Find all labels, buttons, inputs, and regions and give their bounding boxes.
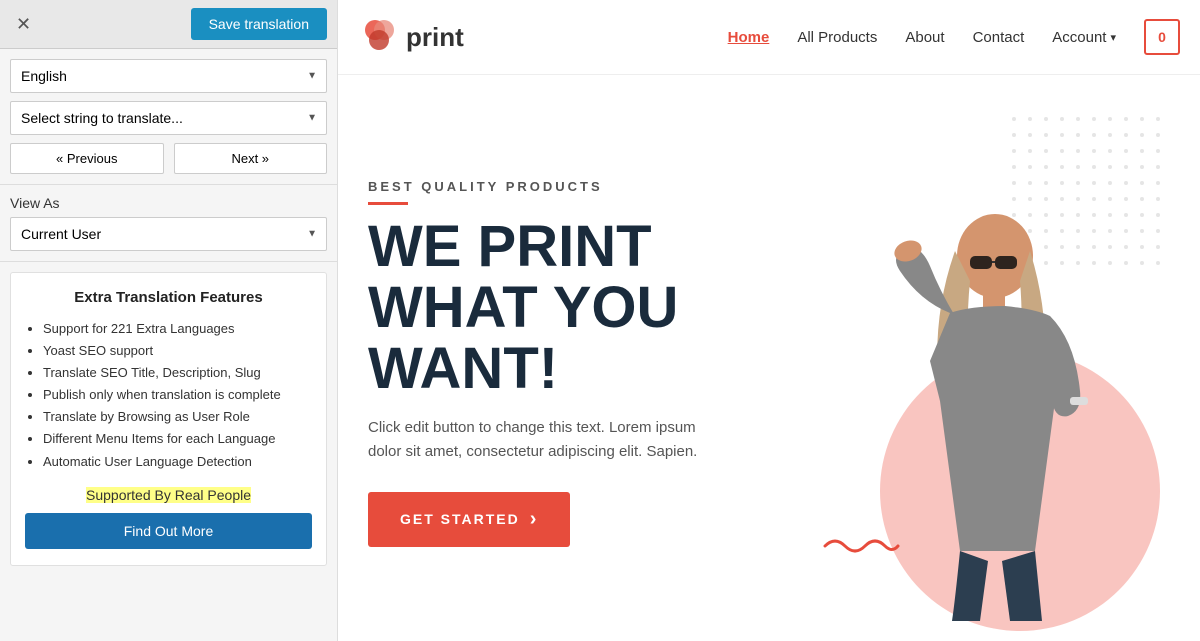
view-as-section: View As Current User Guest Administrator	[0, 185, 337, 262]
view-as-select[interactable]: Current User Guest Administrator	[10, 217, 327, 251]
logo-area: print	[358, 16, 464, 58]
save-translation-button[interactable]: Save translation	[191, 8, 327, 40]
supported-text: Supported By Real People	[25, 487, 312, 503]
site-preview: print Home All Products About Contact Ac…	[338, 0, 1200, 641]
hero-underline-decoration	[368, 202, 408, 205]
nav-products-link[interactable]: All Products	[797, 29, 877, 46]
string-select[interactable]: Select string to translate...	[10, 101, 327, 135]
cta-arrow-icon: ›	[530, 508, 539, 531]
list-item: Yoast SEO support	[43, 340, 312, 362]
list-item: Translate SEO Title, Description, Slug	[43, 362, 312, 384]
nav-buttons: « Previous Next »	[10, 143, 327, 174]
list-item: Publish only when translation is complet…	[43, 384, 312, 406]
view-as-select-wrapper: Current User Guest Administrator	[10, 217, 327, 251]
list-item: Different Menu Items for each Language	[43, 428, 312, 450]
logo-icon	[358, 16, 400, 58]
close-icon: ✕	[16, 14, 31, 34]
list-item: Support for 221 Extra Languages	[43, 318, 312, 340]
nav-links: Home All Products About Contact Account …	[728, 19, 1180, 55]
chevron-down-icon: ▾	[1110, 31, 1116, 44]
string-select-wrapper: Select string to translate...	[10, 101, 327, 135]
cart-button[interactable]: 0	[1144, 19, 1180, 55]
hero-title: WE PRINT WHAT YOU WANT!	[368, 217, 790, 400]
cart-count: 0	[1158, 29, 1166, 45]
previous-button[interactable]: « Previous	[10, 143, 164, 174]
list-item: Translate by Browsing as User Role	[43, 406, 312, 428]
nav-contact-link[interactable]: Contact	[973, 29, 1025, 46]
language-select-wrapper: English French Spanish German	[10, 59, 327, 93]
find-out-more-button[interactable]: Find Out More	[25, 513, 312, 549]
cta-label: GET STARTED	[400, 511, 520, 527]
squiggle-decoration	[820, 531, 900, 561]
next-button[interactable]: Next »	[174, 143, 328, 174]
account-label: Account	[1052, 29, 1106, 46]
site-navigation: print Home All Products About Contact Ac…	[338, 0, 1200, 75]
translation-panel: ✕ Save translation English French Spanis…	[0, 0, 338, 641]
close-button[interactable]: ✕	[10, 12, 37, 37]
list-item: Automatic User Language Detection	[43, 451, 312, 473]
hero-content: BEST QUALITY PRODUCTS WE PRINT WHAT YOU …	[368, 105, 790, 621]
extra-features-title: Extra Translation Features	[25, 289, 312, 306]
hero-image-area	[790, 105, 1170, 621]
hero-subtitle: BEST QUALITY PRODUCTS	[368, 179, 790, 194]
cta-button[interactable]: GET STARTED ›	[368, 492, 570, 547]
language-select[interactable]: English French Spanish German	[10, 59, 327, 93]
extra-features-panel: Extra Translation Features Support for 2…	[10, 272, 327, 566]
view-as-label: View As	[10, 195, 327, 211]
extra-features-list: Support for 221 Extra Languages Yoast SE…	[25, 318, 312, 473]
nav-home-link[interactable]: Home	[728, 29, 770, 46]
translation-controls: English French Spanish German Select str…	[0, 49, 337, 185]
hero-section: BEST QUALITY PRODUCTS WE PRINT WHAT YOU …	[338, 75, 1200, 641]
hero-description: Click edit button to change this text. L…	[368, 416, 728, 464]
nav-account-dropdown[interactable]: Account ▾	[1052, 29, 1116, 46]
logo-text: print	[406, 22, 464, 53]
toolbar: ✕ Save translation	[0, 0, 337, 49]
nav-about-link[interactable]: About	[905, 29, 944, 46]
supported-highlight: Supported By Real People	[86, 487, 251, 503]
